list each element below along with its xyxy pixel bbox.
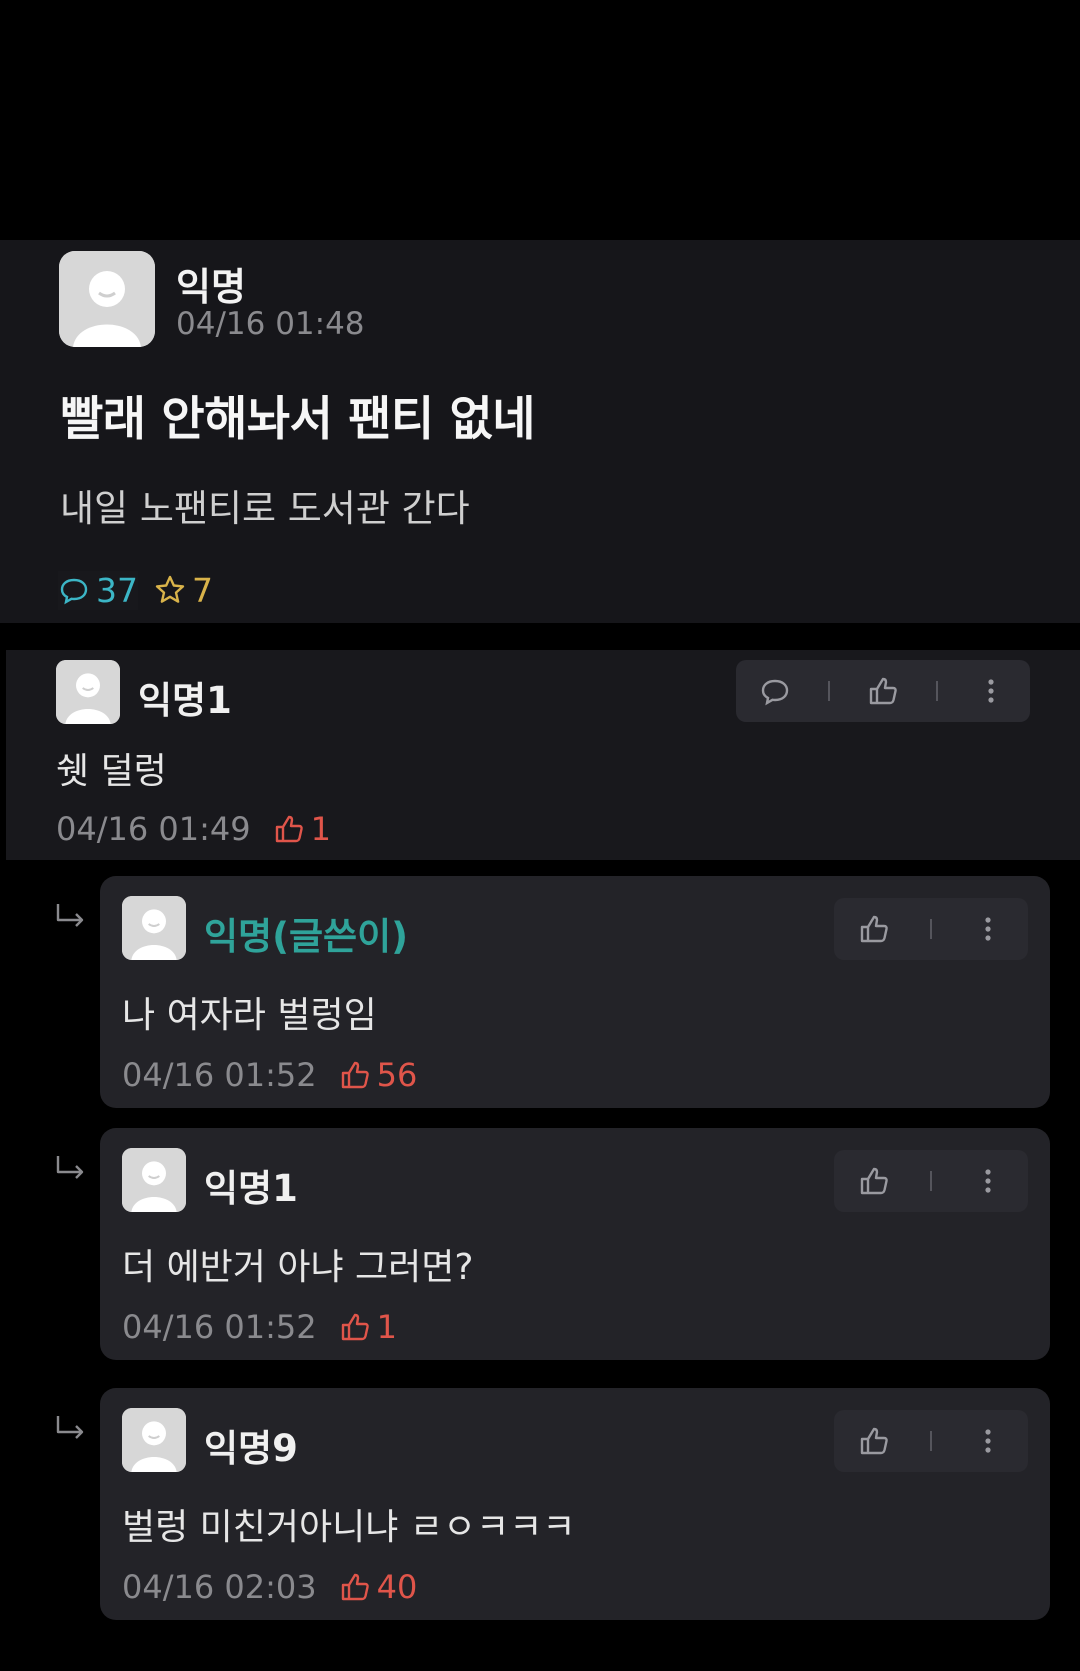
post-scrap-value: 7 (192, 570, 213, 610)
post-comment-count[interactable]: 37 (58, 570, 138, 610)
like-button[interactable] (849, 904, 899, 954)
comment-meta: 04/16 01:49 1 (56, 810, 331, 848)
divider (929, 919, 932, 939)
reply-meta: 04/16 01:52 1 (122, 1308, 397, 1346)
reply-time: 04/16 01:52 (122, 1056, 317, 1094)
reply-arrow-icon (54, 1154, 88, 1182)
reply-like-value: 1 (376, 1308, 397, 1346)
comment-like-value: 1 (310, 810, 331, 848)
thumbs-up-icon (861, 1167, 889, 1195)
reply-arrow-icon (54, 1414, 88, 1442)
avatar-icon[interactable] (56, 660, 120, 724)
reply-like-count: 56 (339, 1056, 418, 1094)
more-vertical-icon (988, 679, 994, 703)
like-button[interactable] (849, 1416, 899, 1466)
post-stats: 25 37 7 (58, 570, 229, 610)
post-comment-value: 37 (96, 570, 138, 610)
more-button[interactable] (966, 666, 1016, 716)
thumbs-up-icon (869, 677, 897, 705)
reply-meta: 04/16 02:03 40 (122, 1568, 417, 1606)
thumbs-up-icon (861, 1427, 889, 1455)
reply-author: 익명9 (204, 1427, 298, 1470)
comment-author: 익명1 (138, 679, 232, 722)
post-scrap-count[interactable]: 7 (154, 571, 213, 610)
post-card: 익명 04/16 01:48 빨래 안해놔서 팬티 없네 내일 노팬티로 도서관… (0, 240, 1080, 623)
more-button[interactable] (963, 1416, 1013, 1466)
reply-time: 04/16 01:52 (122, 1308, 317, 1346)
reply-actions (834, 1150, 1028, 1212)
reply-text: 더 에반거 아냐 그러면? (122, 1247, 474, 1288)
post-author: 익명 (176, 265, 246, 309)
reply-actions (834, 898, 1028, 960)
post-body: 내일 노팬티로 도서관 간다 (60, 487, 470, 530)
reply-text: 벌렁 미친거아니냐 ㄹㅇㅋㅋㅋ (122, 1507, 576, 1548)
reply-item: 익명9 벌렁 미친거아니냐 ㄹㅇㅋㅋㅋ 04/16 02:03 40 (100, 1388, 1050, 1620)
comment-item: 익명1 쉣 덜렁 04/16 01:49 1 (6, 650, 1080, 860)
thumbs-up-icon (341, 1313, 369, 1341)
reply-like-count: 40 (339, 1568, 418, 1606)
divider (929, 1431, 932, 1451)
reply-author: 익명1 (204, 1167, 298, 1210)
avatar-icon[interactable] (122, 1148, 186, 1212)
speech-bubble-icon (60, 578, 88, 605)
reply-meta: 04/16 01:52 56 (122, 1056, 417, 1094)
avatar-icon[interactable] (59, 251, 155, 347)
reply-like-count: 1 (339, 1308, 397, 1346)
thumbs-up-icon (861, 915, 889, 943)
divider (929, 1171, 932, 1191)
post-time: 04/16 01:48 (176, 306, 365, 342)
divider (828, 681, 830, 701)
like-button[interactable] (849, 1156, 899, 1206)
reply-actions (834, 1410, 1028, 1472)
more-vertical-icon (985, 917, 991, 941)
avatar-icon[interactable] (122, 896, 186, 960)
star-icon (155, 575, 185, 603)
comment-like-count: 1 (273, 810, 331, 848)
comment-actions (736, 660, 1030, 722)
reply-item: 익명1 더 에반거 아냐 그러면? 04/16 01:52 1 (100, 1128, 1050, 1360)
reply-like-value: 40 (376, 1568, 418, 1606)
speech-bubble-icon (761, 679, 789, 706)
divider (936, 681, 938, 701)
reply-like-value: 56 (376, 1056, 418, 1094)
like-button[interactable] (858, 666, 908, 716)
more-button[interactable] (963, 904, 1013, 954)
reply-button[interactable] (750, 666, 800, 716)
reply-time: 04/16 02:03 (122, 1568, 317, 1606)
reply-text: 나 여자라 벌렁임 (122, 995, 377, 1036)
reply-author: 익명(글쓴이) (204, 915, 409, 958)
thumbs-up-icon (341, 1573, 369, 1601)
comment-text: 쉣 덜렁 (56, 751, 167, 792)
thumbs-up-icon (341, 1061, 369, 1089)
more-button[interactable] (963, 1156, 1013, 1206)
avatar-icon[interactable] (122, 1408, 186, 1472)
post-title: 빨래 안해놔서 팬티 없네 (60, 392, 536, 447)
thumbs-up-icon (275, 815, 303, 843)
comment-time: 04/16 01:49 (56, 810, 251, 848)
more-vertical-icon (985, 1169, 991, 1193)
reply-arrow-icon (54, 902, 88, 930)
more-vertical-icon (985, 1429, 991, 1453)
reply-item: 익명(글쓴이) 나 여자라 벌렁임 04/16 01:52 56 (100, 876, 1050, 1108)
